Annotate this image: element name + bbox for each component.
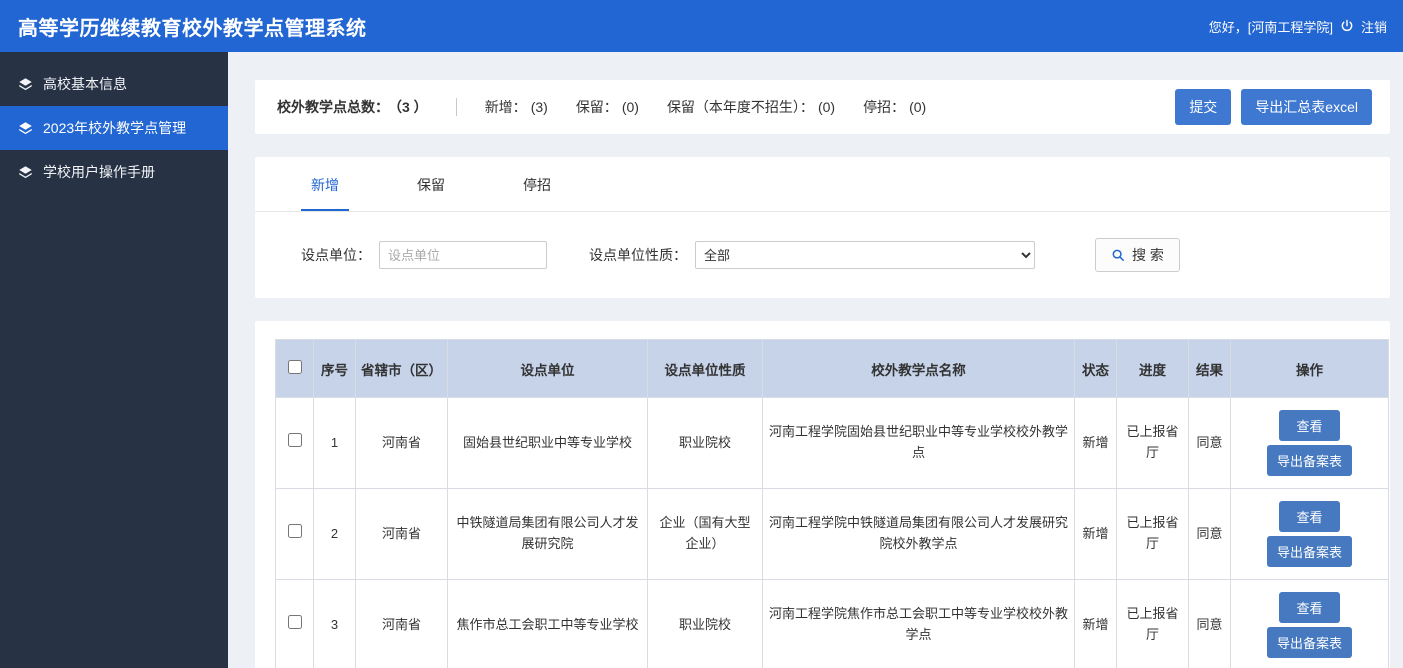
stat-total: 校外教学点总数： （3 ） — [277, 97, 428, 117]
user-greeting: 您好，[河南工程学院] — [1209, 17, 1333, 36]
stats-actions: 提交 导出汇总表excel — [1175, 89, 1372, 125]
cell-site-name: 河南工程学院焦作市总工会职工中等专业学校校外教学点 — [763, 580, 1075, 668]
sidebar-item-basic-info[interactable]: 高校基本信息 — [0, 62, 228, 106]
results-panel: 序号 省辖市（区） 设点单位 设点单位性质 校外教学点名称 状态 进度 结果 操… — [255, 321, 1390, 668]
cell-unit: 焦作市总工会职工中等专业学校 — [448, 580, 648, 668]
stat-total-value: （3 ） — [395, 99, 428, 115]
table-row: 3 河南省 焦作市总工会职工中等专业学校 职业院校 河南工程学院焦作市总工会职工… — [276, 580, 1389, 668]
export-summary-excel-button[interactable]: 导出汇总表excel — [1241, 89, 1372, 125]
header-user-area: 您好，[河南工程学院] 注销 — [1209, 17, 1387, 36]
app-title: 高等学历继续教育校外教学点管理系统 — [18, 12, 367, 41]
cell-result: 同意 — [1189, 580, 1231, 668]
view-button[interactable]: 查看 — [1279, 592, 1339, 623]
unit-type-select[interactable]: 全部 — [695, 241, 1035, 269]
sidebar-item-2023-management[interactable]: 2023年校外教学点管理 — [0, 106, 228, 150]
row-checkbox[interactable] — [288, 615, 302, 629]
main-content: 校外教学点总数： （3 ） 新增：(3) 保留：(0) 保留（本年度不招生）：(0… — [228, 52, 1403, 668]
row-checkbox[interactable] — [288, 433, 302, 447]
stat-keep-no-enroll: 保留（本年度不招生）：(0) — [667, 97, 835, 117]
stat-keep: 保留：(0) — [576, 97, 639, 117]
export-record-button[interactable]: 导出备案表 — [1267, 536, 1352, 567]
results-table: 序号 省辖市（区） 设点单位 设点单位性质 校外教学点名称 状态 进度 结果 操… — [275, 339, 1389, 668]
export-record-button[interactable]: 导出备案表 — [1267, 445, 1352, 476]
row-checkbox[interactable] — [288, 524, 302, 538]
filter-row: 设点单位： 设点单位性质： 全部 搜 索 — [255, 212, 1390, 272]
cell-city: 河南省 — [356, 489, 448, 580]
table-header-row: 序号 省辖市（区） 设点单位 设点单位性质 校外教学点名称 状态 进度 结果 操… — [276, 340, 1389, 398]
submit-button[interactable]: 提交 — [1175, 89, 1231, 125]
layers-icon — [18, 121, 33, 136]
cell-result: 同意 — [1189, 398, 1231, 489]
cell-unit-type: 职业院校 — [648, 398, 763, 489]
cell-actions: 查看 导出备案表 — [1231, 489, 1389, 580]
col-seq: 序号 — [314, 340, 356, 398]
cell-city: 河南省 — [356, 580, 448, 668]
tab-new[interactable]: 新增 — [301, 157, 349, 211]
cell-seq: 3 — [314, 580, 356, 668]
search-icon — [1111, 248, 1125, 262]
table-row: 2 河南省 中铁隧道局集团有限公司人才发展研究院 企业（国有大型企业） 河南工程… — [276, 489, 1389, 580]
tab-stop[interactable]: 停招 — [513, 157, 561, 211]
col-result: 结果 — [1189, 340, 1231, 398]
cell-unit-type: 职业院校 — [648, 580, 763, 668]
table-row: 1 河南省 固始县世纪职业中等专业学校 职业院校 河南工程学院固始县世纪职业中等… — [276, 398, 1389, 489]
logout-link[interactable]: 注销 — [1361, 17, 1387, 36]
cell-status: 新增 — [1075, 580, 1117, 668]
cell-progress: 已上报省厅 — [1117, 489, 1189, 580]
divider — [456, 98, 457, 116]
stats-summary: 校外教学点总数： （3 ） 新增：(3) 保留：(0) 保留（本年度不招生）：(0… — [277, 97, 926, 117]
stat-new: 新增：(3) — [485, 97, 548, 117]
cell-unit: 固始县世纪职业中等专业学校 — [448, 398, 648, 489]
col-city: 省辖市（区） — [356, 340, 448, 398]
cell-result: 同意 — [1189, 489, 1231, 580]
cell-seq: 2 — [314, 489, 356, 580]
search-button-label: 搜 索 — [1132, 245, 1164, 265]
col-unit-type: 设点单位性质 — [648, 340, 763, 398]
col-unit: 设点单位 — [448, 340, 648, 398]
layers-icon — [18, 165, 33, 180]
stat-stop: 停招：(0) — [863, 97, 926, 117]
sidebar-item-label: 高校基本信息 — [43, 74, 127, 94]
power-icon — [1340, 19, 1354, 33]
filter-panel: 新增 保留 停招 设点单位： 设点单位性质： 全部 搜 索 — [255, 157, 1390, 298]
view-button[interactable]: 查看 — [1279, 410, 1339, 441]
cell-site-name: 河南工程学院固始县世纪职业中等专业学校校外教学点 — [763, 398, 1075, 489]
cell-seq: 1 — [314, 398, 356, 489]
select-all-header — [276, 340, 314, 398]
stats-bar: 校外教学点总数： （3 ） 新增：(3) 保留：(0) 保留（本年度不招生）：(0… — [255, 80, 1390, 134]
tabs: 新增 保留 停招 — [255, 157, 1390, 212]
export-record-button[interactable]: 导出备案表 — [1267, 627, 1352, 658]
cell-actions: 查看 导出备案表 — [1231, 580, 1389, 668]
cell-status: 新增 — [1075, 398, 1117, 489]
sidebar-item-user-manual[interactable]: 学校用户操作手册 — [0, 150, 228, 194]
sidebar-item-label: 2023年校外教学点管理 — [43, 118, 186, 138]
cell-status: 新增 — [1075, 489, 1117, 580]
stat-total-label: 校外教学点总数： — [277, 99, 389, 115]
view-button[interactable]: 查看 — [1279, 501, 1339, 532]
col-site-name: 校外教学点名称 — [763, 340, 1075, 398]
layers-icon — [18, 77, 33, 92]
unit-search-input[interactable] — [379, 241, 547, 269]
cell-progress: 已上报省厅 — [1117, 398, 1189, 489]
cell-unit-type: 企业（国有大型企业） — [648, 489, 763, 580]
unit-type-filter-label: 设点单位性质： — [589, 245, 687, 265]
col-actions: 操作 — [1231, 340, 1389, 398]
cell-unit: 中铁隧道局集团有限公司人才发展研究院 — [448, 489, 648, 580]
cell-city: 河南省 — [356, 398, 448, 489]
sidebar: 高校基本信息 2023年校外教学点管理 学校用户操作手册 — [0, 52, 228, 668]
tab-keep[interactable]: 保留 — [407, 157, 455, 211]
app-header: 高等学历继续教育校外教学点管理系统 您好，[河南工程学院] 注销 — [0, 0, 1403, 52]
cell-progress: 已上报省厅 — [1117, 580, 1189, 668]
cell-site-name: 河南工程学院中铁隧道局集团有限公司人才发展研究院校外教学点 — [763, 489, 1075, 580]
unit-filter-label: 设点单位： — [301, 245, 371, 265]
col-progress: 进度 — [1117, 340, 1189, 398]
cell-actions: 查看 导出备案表 — [1231, 398, 1389, 489]
select-all-checkbox[interactable] — [288, 360, 302, 374]
search-button[interactable]: 搜 索 — [1095, 238, 1180, 272]
sidebar-item-label: 学校用户操作手册 — [43, 162, 155, 182]
col-status: 状态 — [1075, 340, 1117, 398]
